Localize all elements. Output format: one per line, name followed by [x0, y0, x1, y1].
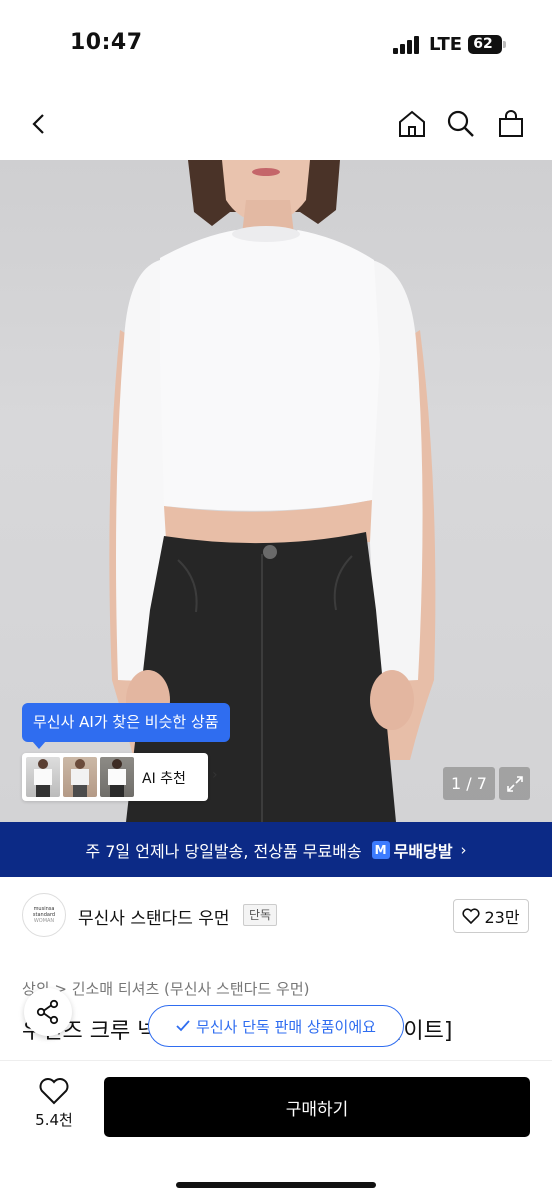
m-logo-icon: M — [371, 840, 390, 859]
shipping-text: 주 7일 언제나 당일발송, 전상품 무료배송 — [85, 841, 362, 861]
favorite-count: 5.4천 — [35, 1111, 73, 1129]
home-icon — [399, 110, 425, 137]
tooltip-tail — [32, 741, 46, 749]
bottom-action-bar: 5.4천 구매하기 — [0, 1060, 552, 1200]
ai-similar-tooltip[interactable]: 무신사 AI가 찾은 비슷한 상품 — [22, 703, 230, 742]
expand-icon — [506, 775, 523, 792]
brand-name[interactable]: 무신사 스탠다드 우먼 — [78, 904, 230, 929]
thumb-image — [71, 759, 89, 797]
thumb-image — [108, 759, 126, 797]
exclusive-sale-text: 무신사 단독 판매 상품이에요 — [196, 1017, 376, 1036]
shipping-banner[interactable]: 주 7일 언제나 당일발송, 전상품 무료배송 M 무배당발 › — [0, 822, 552, 877]
brand-logo-line-3: WOMAN — [33, 918, 55, 924]
cart-button[interactable] — [489, 102, 533, 146]
ai-thumb-2[interactable] — [63, 757, 97, 797]
brand-like-count: 23만 — [484, 908, 520, 927]
shipping-brand-label: 무배당발 — [393, 841, 453, 861]
ai-recommend-card[interactable]: AI 추천 › — [22, 753, 218, 801]
signal-icon — [393, 36, 421, 54]
chevron-right-icon: › — [212, 767, 218, 783]
shipping-brand: M 무배당발 — [371, 838, 453, 862]
exclusive-badge: 단독 — [243, 904, 278, 926]
status-bar: 10:47 LTE 62 — [0, 0, 552, 90]
ai-thumb-3[interactable] — [100, 757, 134, 797]
buy-button[interactable]: 구매하기 — [104, 1077, 530, 1137]
check-icon — [176, 1020, 190, 1032]
top-nav — [0, 90, 552, 160]
share-icon — [36, 999, 59, 1025]
heart-icon — [39, 1078, 69, 1105]
back-icon — [32, 114, 44, 134]
brand-like-button[interactable]: 23만 — [453, 899, 529, 933]
share-button[interactable] — [24, 988, 72, 1036]
home-indicator — [176, 1182, 376, 1188]
ai-recommend-label: AI 추천 — [142, 771, 186, 787]
back-button[interactable] — [18, 102, 62, 146]
favorite-button[interactable]: 5.4천 — [22, 1077, 86, 1137]
search-button[interactable] — [439, 102, 483, 146]
shopping-bag-icon — [499, 110, 523, 137]
brand-row: musinsa standard WOMAN 무신사 스탠다드 우먼 단독 23… — [0, 877, 552, 955]
brand-logo[interactable]: musinsa standard WOMAN — [22, 893, 66, 937]
battery-tip — [503, 41, 506, 48]
status-time: 10:47 — [70, 30, 143, 55]
thumb-image — [34, 759, 52, 797]
battery-level: 62 — [473, 36, 493, 52]
search-icon — [447, 110, 474, 137]
exclusive-sale-pill: 무신사 단독 판매 상품이에요 — [148, 1005, 404, 1047]
network-type: LTE — [429, 34, 463, 55]
home-button[interactable] — [390, 102, 434, 146]
image-counter: 1 / 7 — [443, 767, 495, 800]
battery-icon: 62 — [468, 35, 502, 54]
chevron-right-icon: › — [460, 840, 467, 859]
expand-button[interactable] — [499, 767, 530, 800]
heart-icon — [462, 908, 480, 924]
ai-thumb-1[interactable] — [26, 757, 60, 797]
